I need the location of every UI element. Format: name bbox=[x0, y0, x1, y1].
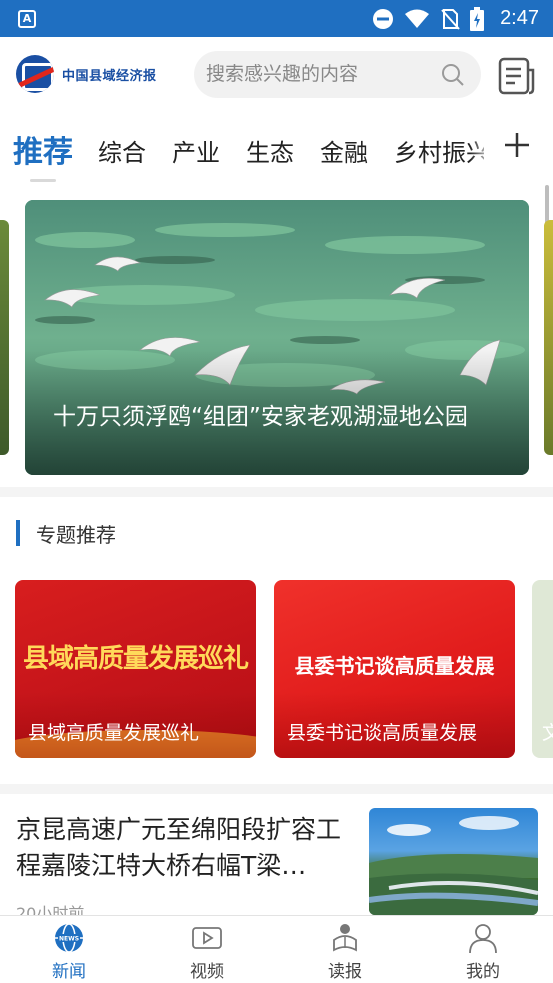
topic-label: 县域高质量发展巡礼 bbox=[28, 722, 200, 744]
reader-icon bbox=[333, 924, 357, 952]
profile-icon bbox=[469, 924, 497, 954]
search-bar[interactable]: 搜索感兴趣的内容 bbox=[194, 51, 481, 98]
nav-profile[interactable]: 我的 bbox=[414, 916, 552, 983]
globe-news-icon: NEWS bbox=[55, 923, 83, 953]
search-icon[interactable] bbox=[441, 63, 465, 87]
nav-news[interactable]: NEWS 新闻 bbox=[0, 916, 138, 983]
nav-label: 新闻 bbox=[52, 962, 86, 982]
category-tabs: 推荐 综合 产业 生态 金融 乡村振兴 bbox=[0, 113, 553, 183]
plus-icon[interactable] bbox=[503, 131, 531, 159]
section-accent-bar bbox=[16, 520, 20, 546]
banner-caption: 十万只须浮鸥“组团”安家老观湖湿地公园 bbox=[53, 404, 468, 430]
no-sim-icon bbox=[441, 8, 460, 30]
tab-industry[interactable]: 产业 bbox=[172, 133, 220, 168]
article-title: 京昆高速广元至绵阳段扩容工程嘉陵江特大桥右幅T梁… bbox=[16, 815, 342, 880]
logo-emblem-icon bbox=[16, 55, 54, 93]
video-icon bbox=[192, 927, 222, 949]
app-logo[interactable]: 中国县域经济报 bbox=[16, 55, 157, 93]
svg-text:NEWS: NEWS bbox=[59, 936, 79, 943]
nav-reader[interactable]: 读报 bbox=[276, 916, 414, 983]
tab-finance[interactable]: 金融 bbox=[320, 133, 368, 168]
topic-artwork-text: 县委书记谈高质量发展 bbox=[294, 654, 495, 678]
status-bar: A 2:47 bbox=[0, 0, 553, 37]
do-not-disturb-icon bbox=[373, 8, 394, 29]
scrollbar[interactable] bbox=[545, 185, 549, 225]
banner-slide[interactable]: 十万只须浮鸥“组团”安家老观湖湿地公园 bbox=[25, 200, 529, 475]
nav-label: 视频 bbox=[190, 962, 224, 982]
section-title: 专题推荐 bbox=[36, 522, 116, 547]
logo-text: 中国县域经济报 bbox=[62, 68, 157, 84]
status-icons: 2:47 bbox=[372, 0, 539, 37]
topic-card[interactable]: 县委书记谈高质量发展 县委书记谈高质量发展 bbox=[274, 580, 515, 758]
nav-label: 读报 bbox=[328, 962, 362, 982]
section-divider bbox=[0, 784, 553, 794]
news-list-item[interactable]: 京昆高速广元至绵阳段扩容工程嘉陵江特大桥右幅T梁… 20小时前 bbox=[0, 800, 553, 923]
tab-general[interactable]: 综合 bbox=[98, 133, 146, 168]
banner-prev-peek[interactable] bbox=[0, 220, 9, 455]
nav-video[interactable]: 视频 bbox=[138, 916, 276, 983]
topic-card[interactable]: 县域高质量发展巡礼 县域高质量发展巡礼 bbox=[15, 580, 256, 758]
app-notification-icon: A bbox=[18, 10, 36, 28]
tab-recommend[interactable]: 推荐 bbox=[13, 127, 73, 171]
topic-card-peek[interactable]: 文 bbox=[532, 580, 553, 758]
article-thumbnail bbox=[369, 808, 538, 915]
status-time: 2:47 bbox=[500, 7, 539, 29]
section-divider bbox=[0, 487, 553, 497]
topic-label: 文 bbox=[542, 722, 553, 744]
battery-charging-icon bbox=[470, 6, 485, 31]
bottom-navigation: NEWS 新闻 视频 读报 我的 bbox=[0, 915, 553, 983]
tab-indicator bbox=[30, 179, 56, 182]
newspaper-icon[interactable] bbox=[497, 56, 537, 96]
topic-label: 县委书记谈高质量发展 bbox=[287, 722, 478, 744]
tabs-fade bbox=[470, 123, 494, 173]
search-input[interactable]: 搜索感兴趣的内容 bbox=[206, 51, 358, 98]
tab-ecology[interactable]: 生态 bbox=[246, 133, 294, 168]
special-topics-heading: 专题推荐 bbox=[16, 520, 116, 547]
app-header: 中国县域经济报 搜索感兴趣的内容 bbox=[0, 37, 553, 113]
topic-artwork-text: 县域高质量发展巡礼 bbox=[22, 644, 249, 674]
wifi-icon bbox=[405, 9, 430, 28]
banner-next-peek[interactable] bbox=[544, 220, 553, 455]
nav-label: 我的 bbox=[466, 962, 500, 982]
